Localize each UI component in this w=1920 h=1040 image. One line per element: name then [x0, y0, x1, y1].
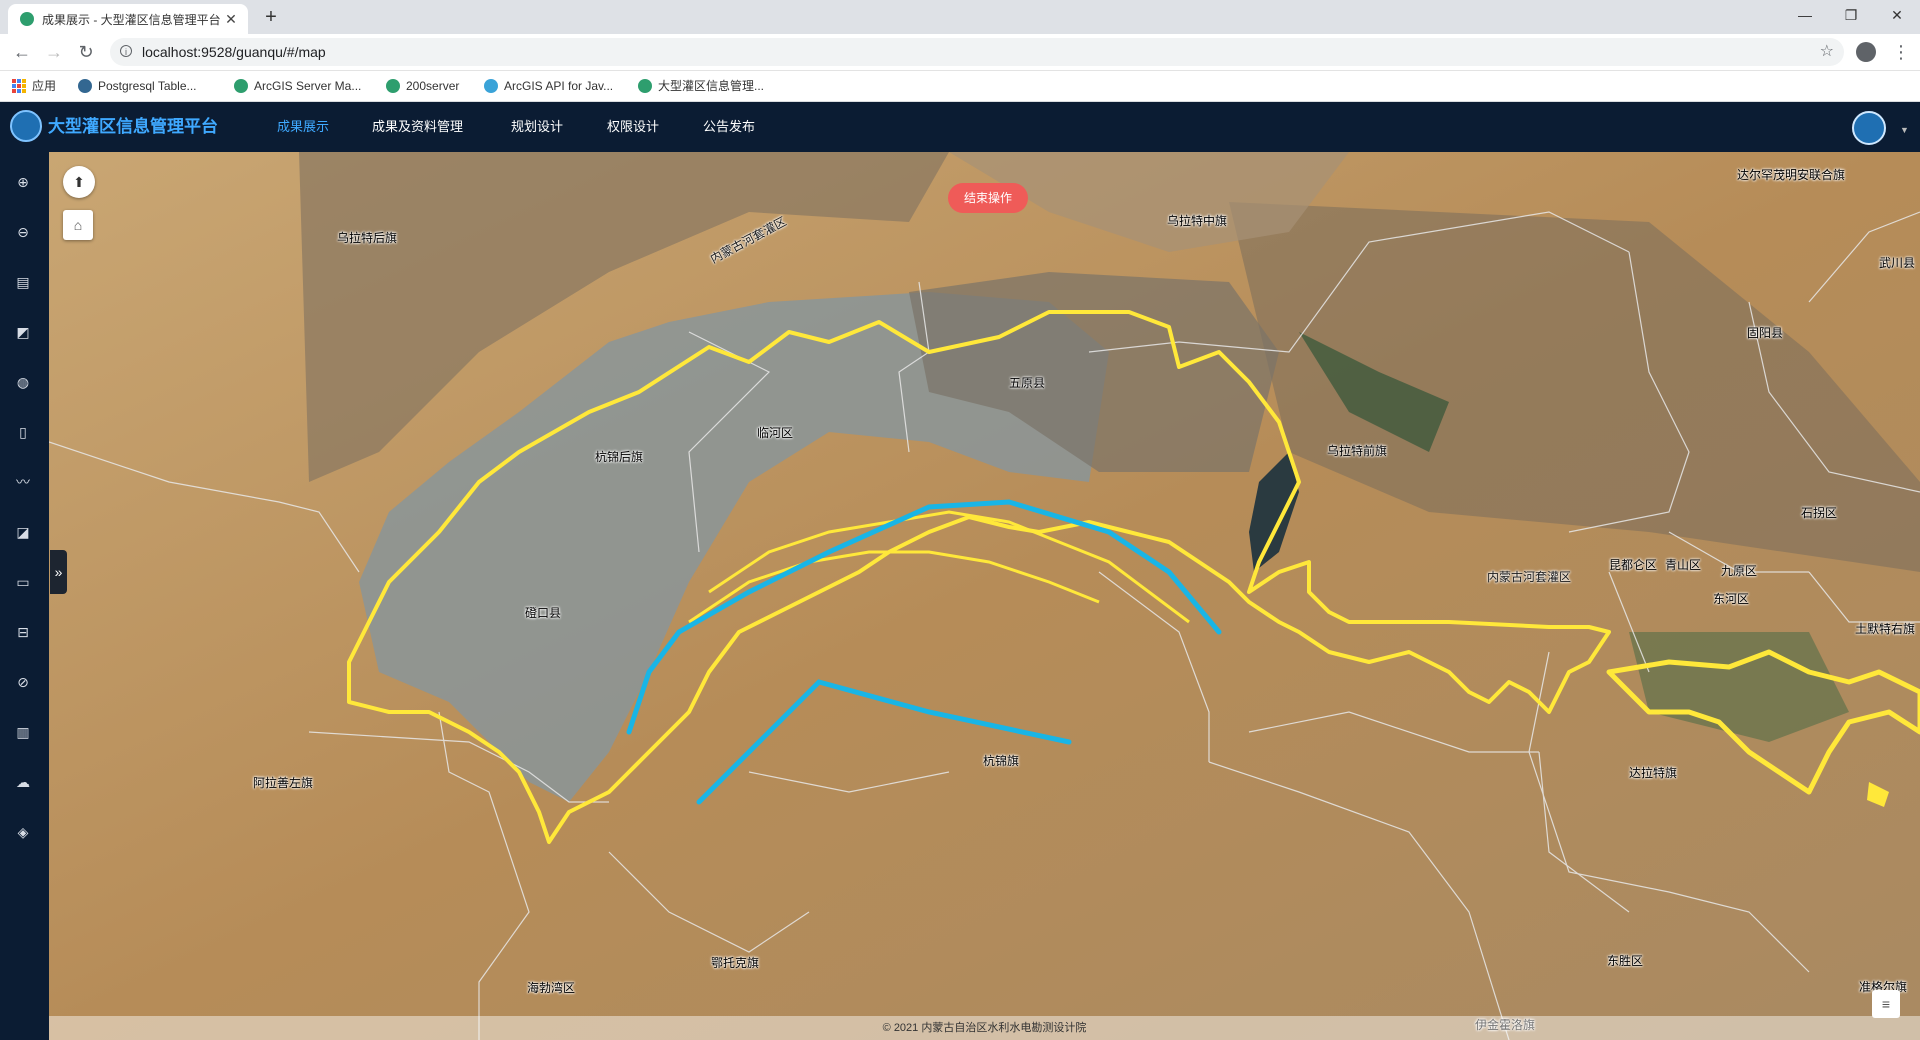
site-info-icon[interactable]: i: [120, 45, 132, 57]
address-bar-row: ← → ↻ i localhost:9528/guanqu/#/map ☆ ⋮: [0, 34, 1920, 71]
site-favicon-icon: [638, 79, 652, 93]
bookmark-200server[interactable]: 200server: [386, 71, 459, 101]
map-label: 临河区: [757, 426, 794, 440]
app-title: 大型灌区信息管理平台: [48, 117, 218, 136]
map-label: 乌拉特中旗: [1167, 214, 1228, 228]
zoom-out-icon[interactable]: ⊖: [12, 222, 34, 242]
back-icon[interactable]: ←: [8, 38, 36, 66]
browser-tab-bar: 成果展示 - 大型灌区信息管理平台 ✕ + — ❐ ✕: [0, 0, 1920, 34]
bookmark-postgresql[interactable]: Postgresql Table...: [78, 71, 197, 101]
map-label: 杭锦后旗: [595, 450, 644, 464]
globe-icon[interactable]: ◍: [12, 372, 34, 392]
map-label: 昆都仑区: [1609, 558, 1658, 572]
map-view[interactable]: 乌拉特后旗 乌拉特中旗 达尔罕茂明安联合旗 武川县 固阳县 五原县 临河区 杭锦…: [49, 152, 1920, 1040]
minimize-icon[interactable]: —: [1782, 0, 1828, 30]
tab-close-icon[interactable]: ✕: [222, 11, 240, 28]
map-label: 石拐区: [1801, 506, 1838, 520]
apps-grid-icon: [12, 79, 26, 93]
user-avatar[interactable]: [1852, 111, 1886, 145]
bookmark-guanqu[interactable]: 大型灌区信息管理...: [638, 71, 764, 101]
nav-item-results[interactable]: 成果展示: [277, 102, 329, 152]
bookmarks-bar: 应用 Postgresql Table... ArcGIS Server Ma.…: [0, 71, 1920, 102]
site-favicon-icon: [20, 12, 34, 26]
bookmark-apps[interactable]: 应用: [12, 71, 56, 101]
map-label: 九原区: [1721, 564, 1758, 578]
map-label: 东胜区: [1607, 954, 1644, 968]
app-header: 大型灌区信息管理平台 成果展示 成果及资料管理 规划设计 权限设计 公告发布 ▼: [0, 102, 1920, 152]
compass-icon[interactable]: ⬆: [63, 166, 95, 198]
map-toolbar: ⊕ ⊖ ▤ ◩ ◍ ▯ 〰 ◪ ▭ ⊟ ⊘ ▥ ☁ ◈: [0, 152, 49, 1040]
layers-icon[interactable]: ▤: [12, 272, 34, 292]
upload-icon[interactable]: ☁: [12, 772, 34, 792]
bookmark-arcgis-server[interactable]: ArcGIS Server Ma...: [234, 71, 361, 101]
browser-tab[interactable]: 成果展示 - 大型灌区信息管理平台 ✕: [8, 4, 248, 34]
maximize-icon[interactable]: ❐: [1828, 0, 1874, 30]
map-label: 阿拉善左旗: [253, 776, 314, 790]
chart-icon[interactable]: ▥: [12, 722, 34, 742]
map-copyright: © 2021 内蒙古自治区水利水电勘测设计院: [49, 1016, 1920, 1040]
map-label: 五原县: [1009, 376, 1046, 390]
map-label: 固阳县: [1747, 326, 1784, 340]
nav-item-data-management[interactable]: 成果及资料管理: [372, 102, 463, 152]
postgresql-icon: [78, 79, 92, 93]
bookmark-arcgis-api[interactable]: ArcGIS API for Jav...: [484, 71, 613, 101]
end-operation-button[interactable]: 结束操作: [948, 183, 1028, 213]
globe-icon: [386, 79, 400, 93]
map-label: 磴口县: [525, 606, 562, 620]
url-input[interactable]: i localhost:9528/guanqu/#/map ☆: [110, 38, 1844, 66]
app-logo: [10, 110, 42, 142]
map-label: 武川县: [1879, 256, 1916, 270]
nav-item-planning[interactable]: 规划设计: [511, 102, 563, 152]
map-label: 内蒙古河套灌区: [1487, 570, 1572, 584]
map-label: 乌拉特后旗: [337, 231, 398, 245]
map-label: 鄂托克旗: [711, 956, 760, 970]
list-icon[interactable]: ≡: [1872, 990, 1900, 1018]
reload-icon[interactable]: ↻: [72, 38, 100, 66]
profile-icon[interactable]: [1856, 42, 1876, 62]
bookmark-star-icon[interactable]: ☆: [1820, 38, 1834, 66]
layer-stack-icon[interactable]: ◈: [12, 822, 34, 842]
line-icon[interactable]: 〰: [12, 472, 34, 492]
zoom-in-icon[interactable]: ⊕: [12, 172, 34, 192]
map-label: 东河区: [1713, 592, 1750, 606]
window-close-icon[interactable]: ✕: [1874, 0, 1920, 30]
compass-icon[interactable]: ⊘: [12, 672, 34, 692]
map-label: 青山区: [1665, 558, 1702, 572]
collapse-panel-button[interactable]: »: [50, 550, 67, 594]
new-tab-button[interactable]: +: [258, 4, 284, 30]
browser-menu-icon[interactable]: ⋮: [1892, 38, 1910, 66]
ruler-icon[interactable]: ▭: [12, 572, 34, 592]
arcgis-icon: [484, 79, 498, 93]
map-label: 达拉特旗: [1629, 766, 1678, 780]
map-label: 土默特右旗: [1855, 622, 1916, 636]
map-label: 达尔罕茂明安联合旗: [1737, 168, 1846, 182]
measure-icon[interactable]: ◩: [12, 322, 34, 342]
nav-item-announcements[interactable]: 公告发布: [703, 102, 755, 152]
tab-title: 成果展示 - 大型灌区信息管理平台: [42, 12, 221, 27]
globe-icon: [234, 79, 248, 93]
url-text[interactable]: localhost:9528/guanqu/#/map: [142, 38, 326, 66]
forward-icon[interactable]: →: [40, 38, 68, 66]
map-label: 海勃湾区: [527, 981, 576, 995]
home-icon[interactable]: ⌂: [63, 210, 93, 240]
vehicle-icon[interactable]: ⊟: [12, 622, 34, 642]
draw-icon[interactable]: ◪: [12, 522, 34, 542]
map-label: 杭锦旗: [983, 754, 1020, 768]
chevron-down-icon[interactable]: ▼: [1900, 102, 1909, 158]
marker-icon[interactable]: ▯: [12, 422, 34, 442]
satellite-basemap: [49, 152, 1920, 1040]
nav-item-permissions[interactable]: 权限设计: [607, 102, 659, 152]
map-label: 乌拉特前旗: [1327, 444, 1388, 458]
